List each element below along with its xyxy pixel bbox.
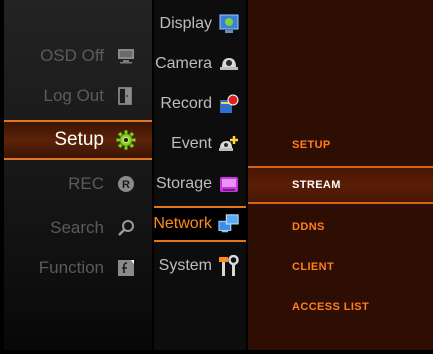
setup-menu-item-label: Storage bbox=[155, 175, 212, 192]
main-menu-item-log-out[interactable]: Log Out bbox=[4, 76, 152, 116]
network-menu-item-stream[interactable]: STREAM bbox=[248, 166, 433, 204]
network-menu-item-client[interactable]: CLIENT bbox=[248, 248, 433, 286]
main-menu: OSD Off Log Out Setup REC R Search Funct… bbox=[4, 0, 152, 354]
network-menu-item-label: ACCESS LIST bbox=[292, 301, 370, 313]
setup-menu-item-label: Camera bbox=[155, 55, 212, 72]
network-menu-item-label: STREAM bbox=[292, 179, 341, 191]
main-menu-item-label: Function bbox=[38, 258, 104, 277]
bottom-border bbox=[4, 350, 433, 354]
setup-menu-item-camera[interactable]: Camera bbox=[154, 46, 246, 82]
event-icon bbox=[218, 133, 240, 155]
network-menu-item-label: CLIENT bbox=[292, 261, 335, 273]
main-menu-item-osd-off[interactable]: OSD Off bbox=[4, 36, 152, 76]
main-menu-item-label: Setup bbox=[54, 129, 104, 150]
setup-menu: Display Camera Record Event Storage Netw… bbox=[153, 0, 246, 354]
tools-icon bbox=[218, 255, 240, 277]
setup-menu-item-network[interactable]: Network bbox=[153, 206, 246, 242]
setup-menu-item-display[interactable]: Display bbox=[154, 6, 246, 42]
monitor-icon bbox=[116, 46, 136, 66]
network-menu-item-label: SETUP bbox=[292, 139, 331, 151]
network-menu-item-label: DDNS bbox=[292, 221, 325, 233]
record-icon bbox=[218, 93, 240, 115]
network-menu: SETUP STREAM DDNS CLIENT ACCESS LIST bbox=[248, 0, 433, 354]
svg-text:R: R bbox=[122, 179, 130, 191]
main-menu-item-label: REC bbox=[68, 174, 104, 193]
dvr-menu-frame: OSD Off Log Out Setup REC R Search Funct… bbox=[0, 0, 433, 354]
network-menu-item-access-list[interactable]: ACCESS LIST bbox=[248, 288, 433, 326]
rec-icon: R bbox=[116, 174, 136, 194]
camera-dome-icon bbox=[218, 53, 240, 75]
main-menu-item-setup[interactable]: Setup bbox=[4, 120, 152, 160]
setup-menu-item-label: System bbox=[158, 257, 212, 274]
main-menu-item-rec[interactable]: REC R bbox=[4, 164, 152, 204]
main-menu-item-label: OSD Off bbox=[40, 46, 104, 65]
setup-menu-item-system[interactable]: System bbox=[154, 248, 246, 284]
network-menu-item-ddns[interactable]: DDNS bbox=[248, 208, 433, 246]
setup-menu-item-label: Network bbox=[153, 215, 212, 232]
main-menu-item-function[interactable]: Function bbox=[4, 248, 152, 288]
magnifier-icon bbox=[116, 218, 136, 238]
main-menu-item-label: Search bbox=[50, 218, 104, 237]
setup-menu-item-label: Event bbox=[171, 135, 212, 152]
display-icon bbox=[218, 13, 240, 35]
network-menu-item-setup[interactable]: SETUP bbox=[248, 126, 433, 164]
setup-menu-item-record[interactable]: Record bbox=[154, 86, 246, 122]
setup-menu-item-storage[interactable]: Storage bbox=[154, 166, 246, 202]
setup-menu-item-label: Display bbox=[159, 15, 212, 32]
gear-icon bbox=[116, 130, 136, 150]
setup-menu-item-event[interactable]: Event bbox=[154, 126, 246, 162]
network-icon bbox=[218, 213, 240, 235]
logout-door-icon bbox=[116, 86, 136, 106]
main-menu-item-label: Log Out bbox=[43, 86, 105, 105]
storage-icon bbox=[218, 173, 240, 195]
setup-menu-item-label: Record bbox=[160, 95, 212, 112]
function-icon bbox=[116, 258, 136, 278]
main-menu-item-search[interactable]: Search bbox=[4, 208, 152, 248]
